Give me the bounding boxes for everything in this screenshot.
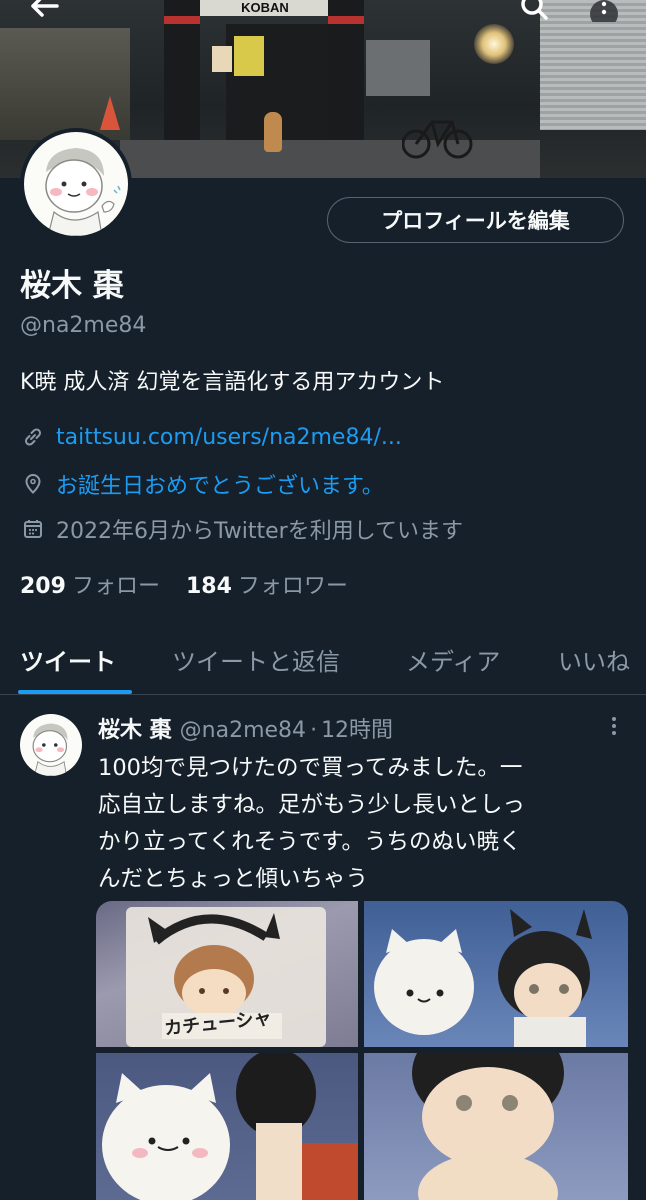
- tweet-author-avatar[interactable]: [20, 714, 82, 776]
- banner-red-band-right: [328, 16, 364, 24]
- profile-avatar[interactable]: [20, 128, 132, 240]
- more-options-button[interactable]: [584, 0, 624, 22]
- tweet-media-image[interactable]: [96, 1053, 358, 1200]
- more-vertical-icon: [612, 717, 616, 735]
- banner-lamp: [474, 24, 514, 64]
- tweet-meta-separator: ·: [310, 718, 318, 743]
- profile-bio: K暁 成人済 幻覚を言語化する用アカウント: [20, 370, 445, 395]
- tweet-more-button[interactable]: [602, 714, 626, 740]
- tab-likes[interactable]: いいね: [558, 642, 630, 677]
- profile-joined-row: 2022年6月からTwitterを利用しています: [20, 514, 463, 544]
- more-vertical-icon: [590, 0, 618, 22]
- following-label: フォロー: [71, 574, 160, 599]
- tweet-text: 100均で見つけたので買ってみました。一 応自立しますね。足がもう少し長いとしっ…: [98, 750, 628, 898]
- following-count: 209: [20, 574, 66, 599]
- profile-website-link[interactable]: taittsuu.com/users/na2me84/...: [56, 425, 402, 450]
- link-icon: [20, 424, 46, 450]
- tweet-media-grid: カチューシャ: [96, 901, 628, 1200]
- edit-profile-button[interactable]: プロフィールを編集: [327, 197, 624, 243]
- tab-tweets[interactable]: ツイート: [20, 642, 116, 677]
- tweet-media-image[interactable]: [364, 901, 628, 1047]
- banner-poster: [234, 36, 264, 76]
- profile-location-text: お誕生日おめでとうございます。: [56, 474, 384, 499]
- banner-traffic-cone: [100, 96, 120, 130]
- tab-media[interactable]: メディア: [406, 642, 500, 677]
- profile-display-name: 桜木 棗: [20, 268, 124, 304]
- active-tab-indicator: [18, 690, 132, 694]
- banner-bicycle: [402, 120, 473, 159]
- banner-koban-sign: KOBAN: [200, 0, 330, 16]
- tweet-timestamp[interactable]: 12時間: [321, 718, 393, 743]
- profile-joined-text: 2022年6月からTwitterを利用しています: [56, 519, 464, 544]
- calendar-icon: [20, 516, 46, 542]
- search-button[interactable]: [514, 0, 554, 22]
- followers-count: 184: [185, 574, 232, 599]
- back-button[interactable]: [24, 0, 64, 22]
- profile-handle: @na2me84: [20, 313, 147, 338]
- tweet-text-line: んだとちょっと傾いちゃう: [98, 866, 369, 892]
- profile-location-row: お誕生日おめでとうございます。: [20, 469, 384, 499]
- tab-tweets-and-replies[interactable]: ツイートと返信: [172, 642, 340, 677]
- banner-map-board: [366, 40, 430, 96]
- search-icon: [521, 0, 548, 20]
- tweet-media-image[interactable]: [364, 1053, 628, 1200]
- followers-count-link[interactable]: 184 フォロワー: [186, 568, 348, 600]
- profile-website-row[interactable]: taittsuu.com/users/na2me84/...: [20, 422, 402, 452]
- tweet-header: 桜木 棗 @na2me84 · 12時間: [98, 712, 393, 744]
- location-pin-icon: [20, 471, 46, 497]
- tweet-text-line: かり立ってくれそうです。うちのぬい暁く: [98, 829, 522, 855]
- banner-poster-small: [212, 46, 232, 72]
- profile-follow-counts: 209 フォロー 184 フォロワー: [20, 568, 348, 600]
- banner-red-band-left: [164, 16, 200, 24]
- banner-dog: [264, 112, 282, 152]
- followers-label: フォロワー: [237, 574, 348, 599]
- avatar-illustration: [24, 132, 128, 236]
- tweet-media-image[interactable]: カチューシャ: [96, 901, 358, 1047]
- banner-street: [120, 140, 540, 178]
- tweet-author-handle[interactable]: @na2me84: [180, 718, 306, 743]
- following-count-link[interactable]: 209 フォロー: [20, 568, 160, 600]
- tweet-text-line: 応自立しますね。足がもう少し長いとしっ: [98, 792, 525, 818]
- arrow-left-icon: [31, 0, 59, 17]
- profile-tabs: ツイート ツイートと返信 メディア いいね: [0, 628, 646, 695]
- tweet-author-name[interactable]: 桜木 棗: [98, 718, 172, 743]
- tweet-text-line: 100均で見つけたので買ってみました。一: [98, 755, 523, 781]
